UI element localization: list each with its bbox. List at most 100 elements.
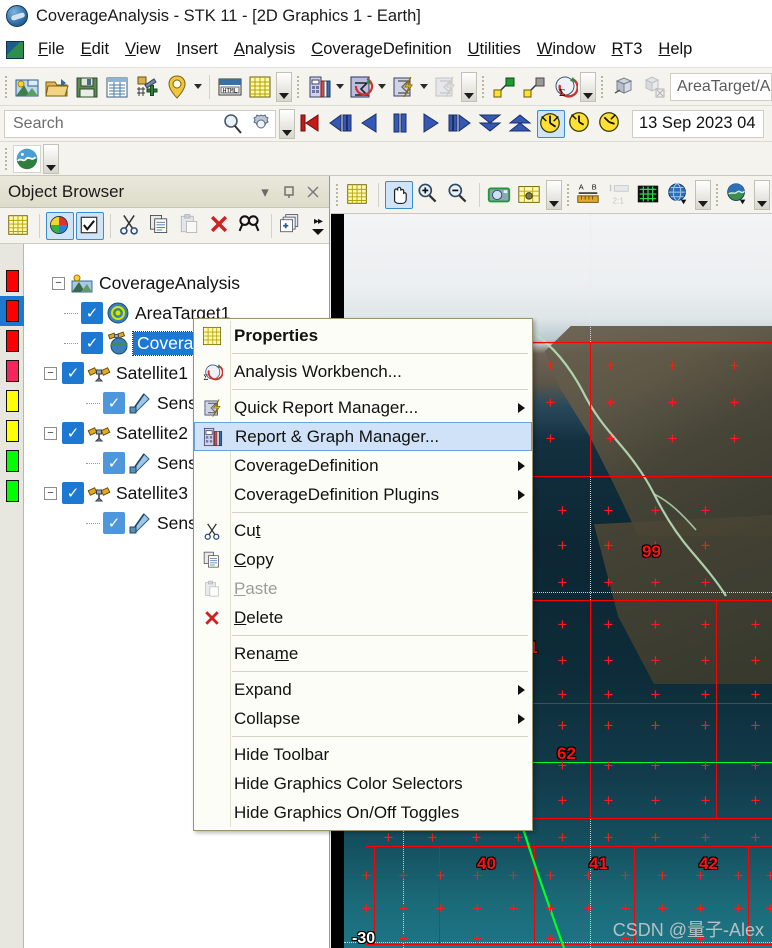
- visibility-checkbox-sensor3[interactable]: ✓: [103, 512, 125, 534]
- context-menu-item-expand[interactable]: Expand: [194, 675, 532, 704]
- toolbar-grip[interactable]: [4, 74, 8, 99]
- step-back-icon[interactable]: [327, 110, 355, 138]
- context-menu[interactable]: Properties Σ Analysis Workbench... Quick…: [193, 318, 533, 831]
- object-3d-icon[interactable]: [609, 73, 637, 101]
- tree-node-satellite1[interactable]: − ✓ Satellite1: [44, 358, 188, 388]
- color-swatch-sensor3[interactable]: [6, 480, 19, 502]
- close-icon[interactable]: [301, 180, 325, 204]
- graphics-overflow[interactable]: [43, 143, 59, 174]
- object-browser-overflow[interactable]: ▸▸: [307, 209, 329, 243]
- decrease-speed-icon[interactable]: [477, 110, 505, 138]
- menu-help[interactable]: Help: [650, 38, 700, 61]
- context-menu-item-hide-graphics-color-selectors[interactable]: Hide Graphics Color Selectors: [194, 769, 532, 798]
- context-menu-item-analysis-workbench[interactable]: Σ Analysis Workbench...: [194, 357, 532, 386]
- map-toolbar-grip-3[interactable]: [715, 182, 719, 207]
- tree-node-satellite2[interactable]: − ✓ Satellite2: [44, 418, 188, 448]
- menu-window[interactable]: Window: [529, 38, 604, 61]
- scenario-properties-icon[interactable]: [103, 73, 131, 101]
- xrealtime-icon[interactable]: [567, 110, 595, 138]
- expander-coverageanalysis[interactable]: −: [52, 276, 65, 290]
- color-swatch-sensor2[interactable]: [6, 420, 19, 442]
- context-menu-item-coveragedefinition-plugins[interactable]: CoverageDefinition Plugins: [194, 480, 532, 509]
- analysis-workbench-dropdown-arrow[interactable]: [376, 73, 388, 101]
- search-input[interactable]: Search: [5, 115, 219, 133]
- scale-icon[interactable]: 2:1: [605, 181, 633, 209]
- realtime-icon[interactable]: [537, 109, 565, 138]
- zoom-out-icon[interactable]: [445, 181, 473, 209]
- object-properties-dropdown-arrow[interactable]: [334, 73, 346, 101]
- copy-icon[interactable]: [147, 212, 175, 240]
- chevron-down-icon[interactable]: ▾: [253, 180, 277, 204]
- toolbar-grip-2[interactable]: [296, 74, 300, 99]
- toolbar-overflow-1[interactable]: [276, 71, 292, 102]
- toolbar-overflow-3[interactable]: [580, 71, 596, 102]
- context-menu-item-coveragedefinition[interactable]: CoverageDefinition: [194, 451, 532, 480]
- delete-icon[interactable]: [207, 212, 235, 240]
- visibility-checkbox-satellite1[interactable]: ✓: [62, 362, 84, 384]
- gear-icon[interactable]: [248, 111, 274, 137]
- reset-icon[interactable]: [297, 110, 325, 138]
- graphics-color-icon[interactable]: [46, 211, 74, 240]
- measure-icon[interactable]: A B: [575, 181, 603, 209]
- open-scenario-icon[interactable]: [43, 73, 71, 101]
- play-back-icon[interactable]: [357, 110, 385, 138]
- globe-view-icon[interactable]: [724, 181, 752, 209]
- expander-satellite2[interactable]: −: [44, 426, 57, 440]
- color-swatch-satellite2[interactable]: [6, 390, 19, 412]
- toolbar-grip-3[interactable]: [481, 74, 485, 99]
- color-swatch-satellite1[interactable]: [6, 330, 19, 352]
- context-menu-item-collapse[interactable]: Collapse: [194, 704, 532, 733]
- search-overflow[interactable]: [279, 109, 295, 139]
- context-menu-item-hide-graphics-toggles[interactable]: Hide Graphics On/Off Toggles: [194, 798, 532, 827]
- tree-node-coverageanalysis[interactable]: − CoverageAnalysis: [52, 268, 240, 298]
- context-menu-item-hide-toolbar[interactable]: Hide Toolbar: [194, 740, 532, 769]
- capture-icon[interactable]: [516, 181, 544, 209]
- report-table-icon[interactable]: [246, 73, 274, 101]
- 2d-graphics-icon[interactable]: [13, 144, 41, 173]
- insert-object-icon[interactable]: [133, 73, 161, 101]
- visibility-checkbox-sensor2[interactable]: ✓: [103, 452, 125, 474]
- map-toolbar-overflow-1[interactable]: [546, 179, 562, 210]
- visibility-checkbox-areatarget1[interactable]: ✓: [81, 302, 103, 324]
- pin-icon[interactable]: [277, 180, 301, 204]
- increase-speed-icon[interactable]: [507, 110, 535, 138]
- object-3d-off-icon[interactable]: [639, 73, 667, 101]
- menu-analysis[interactable]: Analysis: [226, 38, 303, 61]
- magnifier-icon[interactable]: [220, 111, 246, 137]
- data-point-grey-icon[interactable]: [520, 73, 548, 101]
- object-path-field[interactable]: AreaTarget/Are: [670, 72, 772, 101]
- context-menu-item-properties[interactable]: Properties: [194, 321, 532, 350]
- map-toolbar-overflow-3[interactable]: [754, 179, 770, 210]
- expander-satellite1[interactable]: −: [44, 366, 57, 380]
- properties-icon[interactable]: [5, 212, 33, 240]
- pause-icon[interactable]: [387, 110, 415, 138]
- search-box[interactable]: Search: [4, 110, 276, 138]
- map-toolbar-grip[interactable]: [335, 182, 339, 207]
- visibility-checkbox-satellite2[interactable]: ✓: [62, 422, 84, 444]
- vector-geometry-off-icon[interactable]: [431, 73, 459, 101]
- color-swatch-sensor1[interactable]: [6, 360, 19, 382]
- save-scenario-icon[interactable]: [73, 73, 101, 101]
- graphics-toggle-icon[interactable]: [76, 211, 104, 240]
- menu-insert[interactable]: Insert: [169, 38, 226, 61]
- new-object-icon[interactable]: [278, 212, 306, 240]
- menu-view[interactable]: View: [117, 38, 168, 61]
- context-menu-item-quick-report-manager[interactable]: Quick Report Manager...: [194, 393, 532, 422]
- context-menu-item-rename[interactable]: Rename: [194, 639, 532, 668]
- vector-geometry-icon[interactable]: [389, 73, 417, 101]
- context-menu-item-delete[interactable]: Delete: [194, 603, 532, 632]
- tree-node-satellite3[interactable]: − ✓ Satellite3: [44, 478, 188, 508]
- snapshot-icon[interactable]: [486, 181, 514, 209]
- menu-file[interactable]: File: [30, 38, 73, 61]
- analysis-sigma-icon[interactable]: Σ: [550, 73, 578, 101]
- color-swatch-satellite3[interactable]: [6, 450, 19, 472]
- map-properties-icon[interactable]: [344, 181, 372, 209]
- toolbar-overflow-2[interactable]: [461, 71, 477, 102]
- graphics-grip[interactable]: [4, 146, 8, 171]
- toolbar-grip-4[interactable]: [600, 74, 604, 99]
- paste-icon[interactable]: [177, 212, 205, 240]
- vector-geometry-dropdown-arrow[interactable]: [418, 73, 430, 101]
- find-icon[interactable]: [237, 212, 265, 240]
- app-system-icon[interactable]: [6, 40, 24, 59]
- menu-coveragedefinition[interactable]: CoverageDefinition: [303, 38, 459, 61]
